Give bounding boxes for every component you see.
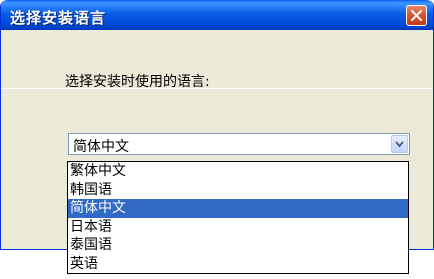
close-button[interactable] — [406, 5, 427, 26]
language-select-value: 简体中文 — [73, 139, 129, 155]
title-bar[interactable]: 选择安装语言 — [1, 0, 433, 30]
language-option-simplified-chinese[interactable]: 简体中文 — [68, 199, 408, 218]
language-option-english[interactable]: 英语 — [68, 255, 408, 274]
language-option-thai[interactable]: 泰国语 — [68, 236, 408, 255]
divider — [1, 88, 433, 89]
window-title: 选择安装语言 — [10, 9, 107, 27]
language-option-japanese[interactable]: 日本语 — [68, 218, 408, 237]
chevron-down-icon — [395, 141, 404, 148]
close-icon — [411, 10, 422, 21]
language-option-traditional-chinese[interactable]: 繁体中文 — [68, 162, 408, 181]
language-dropdown-list[interactable]: 繁体中文 韩国语 简体中文 日本语 泰国语 英语 — [67, 161, 409, 274]
language-select[interactable]: 简体中文 — [68, 133, 410, 155]
dropdown-button[interactable] — [391, 135, 408, 153]
language-option-korean[interactable]: 韩国语 — [68, 181, 408, 200]
